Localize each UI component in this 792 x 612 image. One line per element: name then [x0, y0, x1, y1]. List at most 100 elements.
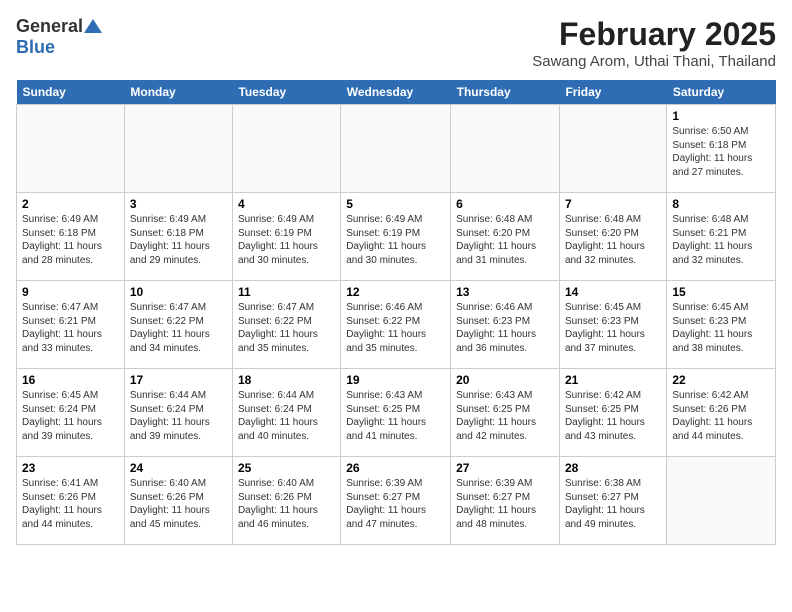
- day-info: Sunrise: 6:41 AM Sunset: 6:26 PM Dayligh…: [22, 477, 119, 531]
- table-row: 8 Sunrise: 6:48 AM Sunset: 6:21 PM Daylig…: [667, 193, 776, 281]
- day-number: 7: [565, 197, 661, 211]
- table-row: 11 Sunrise: 6:47 AM Sunset: 6:22 PM Dayli…: [232, 281, 340, 369]
- table-row: 19 Sunrise: 6:43 AM Sunset: 6:25 PM Dayli…: [341, 369, 451, 457]
- day-info: Sunrise: 6:43 AM Sunset: 6:25 PM Dayligh…: [456, 389, 554, 443]
- day-info: Sunrise: 6:49 AM Sunset: 6:18 PM Dayligh…: [130, 213, 227, 267]
- day-info: Sunrise: 6:44 AM Sunset: 6:24 PM Dayligh…: [238, 389, 335, 443]
- table-row: 25 Sunrise: 6:40 AM Sunset: 6:26 PM Dayli…: [232, 457, 340, 545]
- table-row: [667, 457, 776, 545]
- day-number: 21: [565, 373, 661, 387]
- table-row: 23Sunrise: 6:41 AM Sunset: 6:26 PM Dayli…: [17, 457, 125, 545]
- page-header: General Blue February 2025 Sawang Arom, …: [16, 16, 776, 70]
- table-row: [559, 105, 666, 193]
- title-block: February 2025 Sawang Arom, Uthai Thani, …: [532, 16, 776, 70]
- day-info: Sunrise: 6:46 AM Sunset: 6:23 PM Dayligh…: [456, 301, 554, 355]
- table-row: 7Sunrise: 6:48 AM Sunset: 6:20 PM Daylig…: [559, 193, 666, 281]
- table-row: 3Sunrise: 6:49 AM Sunset: 6:18 PM Daylig…: [124, 193, 232, 281]
- table-row: [124, 105, 232, 193]
- day-number: 11: [238, 285, 335, 299]
- day-number: 17: [130, 373, 227, 387]
- logo-icon: [84, 17, 102, 35]
- day-number: 24: [130, 461, 227, 475]
- table-row: 16 Sunrise: 6:45 AM Sunset: 6:24 PM Dayli…: [17, 369, 125, 457]
- header-saturday: Saturday: [667, 80, 776, 105]
- logo-general-text: General: [16, 16, 83, 37]
- day-info: Sunrise: 6:43 AM Sunset: 6:25 PM Dayligh…: [346, 389, 445, 443]
- day-info: Sunrise: 6:48 AM Sunset: 6:20 PM Dayligh…: [456, 213, 554, 267]
- table-row: [451, 105, 560, 193]
- day-number: 22: [672, 373, 770, 387]
- day-number: 20: [456, 373, 554, 387]
- day-info: Sunrise: 6:45 AM Sunset: 6:23 PM Dayligh…: [565, 301, 661, 355]
- header-monday: Monday: [124, 80, 232, 105]
- day-info: Sunrise: 6:50 AM Sunset: 6:18 PM Dayligh…: [672, 125, 770, 179]
- table-row: 1 Sunrise: 6:50 AM Sunset: 6:18 PM Daylig…: [667, 105, 776, 193]
- table-row: [341, 105, 451, 193]
- table-row: 15Sunrise: 6:45 AM Sunset: 6:23 PM Dayli…: [667, 281, 776, 369]
- day-info: Sunrise: 6:40 AM Sunset: 6:26 PM Dayligh…: [238, 477, 335, 531]
- day-number: 26: [346, 461, 445, 475]
- table-row: 28 Sunrise: 6:38 AM Sunset: 6:27 PM Dayli…: [559, 457, 666, 545]
- calendar-week-row: 9 Sunrise: 6:47 AM Sunset: 6:21 PM Daylig…: [17, 281, 776, 369]
- header-tuesday: Tuesday: [232, 80, 340, 105]
- table-row: [232, 105, 340, 193]
- day-info: Sunrise: 6:42 AM Sunset: 6:25 PM Dayligh…: [565, 389, 661, 443]
- day-info: Sunrise: 6:48 AM Sunset: 6:21 PM Dayligh…: [672, 213, 770, 267]
- table-row: 10 Sunrise: 6:47 AM Sunset: 6:22 PM Dayli…: [124, 281, 232, 369]
- logo-blue-text: Blue: [16, 37, 55, 58]
- logo: General Blue: [16, 16, 102, 58]
- day-number: 14: [565, 285, 661, 299]
- calendar-week-row: 16 Sunrise: 6:45 AM Sunset: 6:24 PM Dayli…: [17, 369, 776, 457]
- calendar-week-row: 23Sunrise: 6:41 AM Sunset: 6:26 PM Dayli…: [17, 457, 776, 545]
- weekday-header-row: Sunday Monday Tuesday Wednesday Thursday…: [17, 80, 776, 105]
- day-info: Sunrise: 6:47 AM Sunset: 6:21 PM Dayligh…: [22, 301, 119, 355]
- day-number: 27: [456, 461, 554, 475]
- table-row: 26 Sunrise: 6:39 AM Sunset: 6:27 PM Dayli…: [341, 457, 451, 545]
- table-row: [17, 105, 125, 193]
- table-row: 4 Sunrise: 6:49 AM Sunset: 6:19 PM Daylig…: [232, 193, 340, 281]
- day-info: Sunrise: 6:49 AM Sunset: 6:18 PM Dayligh…: [22, 213, 119, 267]
- day-info: Sunrise: 6:40 AM Sunset: 6:26 PM Dayligh…: [130, 477, 227, 531]
- header-thursday: Thursday: [451, 80, 560, 105]
- day-info: Sunrise: 6:38 AM Sunset: 6:27 PM Dayligh…: [565, 477, 661, 531]
- table-row: 21 Sunrise: 6:42 AM Sunset: 6:25 PM Dayli…: [559, 369, 666, 457]
- calendar-subtitle: Sawang Arom, Uthai Thani, Thailand: [532, 53, 776, 70]
- table-row: 2Sunrise: 6:49 AM Sunset: 6:18 PM Daylig…: [17, 193, 125, 281]
- table-row: 27 Sunrise: 6:39 AM Sunset: 6:27 PM Dayli…: [451, 457, 560, 545]
- table-row: 14 Sunrise: 6:45 AM Sunset: 6:23 PM Dayli…: [559, 281, 666, 369]
- table-row: 20 Sunrise: 6:43 AM Sunset: 6:25 PM Dayli…: [451, 369, 560, 457]
- day-info: Sunrise: 6:47 AM Sunset: 6:22 PM Dayligh…: [238, 301, 335, 355]
- day-number: 16: [22, 373, 119, 387]
- day-number: 1: [672, 109, 770, 123]
- day-number: 8: [672, 197, 770, 211]
- calendar-title: February 2025: [532, 16, 776, 53]
- calendar-week-row: 2Sunrise: 6:49 AM Sunset: 6:18 PM Daylig…: [17, 193, 776, 281]
- table-row: 6Sunrise: 6:48 AM Sunset: 6:20 PM Daylig…: [451, 193, 560, 281]
- day-info: Sunrise: 6:39 AM Sunset: 6:27 PM Dayligh…: [456, 477, 554, 531]
- day-number: 10: [130, 285, 227, 299]
- table-row: 17 Sunrise: 6:44 AM Sunset: 6:24 PM Dayli…: [124, 369, 232, 457]
- table-row: 22 Sunrise: 6:42 AM Sunset: 6:26 PM Dayli…: [667, 369, 776, 457]
- day-number: 19: [346, 373, 445, 387]
- day-info: Sunrise: 6:39 AM Sunset: 6:27 PM Dayligh…: [346, 477, 445, 531]
- day-number: 13: [456, 285, 554, 299]
- day-number: 25: [238, 461, 335, 475]
- day-info: Sunrise: 6:44 AM Sunset: 6:24 PM Dayligh…: [130, 389, 227, 443]
- table-row: 9 Sunrise: 6:47 AM Sunset: 6:21 PM Daylig…: [17, 281, 125, 369]
- table-row: 5Sunrise: 6:49 AM Sunset: 6:19 PM Daylig…: [341, 193, 451, 281]
- day-info: Sunrise: 6:49 AM Sunset: 6:19 PM Dayligh…: [346, 213, 445, 267]
- day-number: 9: [22, 285, 119, 299]
- day-info: Sunrise: 6:49 AM Sunset: 6:19 PM Dayligh…: [238, 213, 335, 267]
- day-info: Sunrise: 6:45 AM Sunset: 6:24 PM Dayligh…: [22, 389, 119, 443]
- header-sunday: Sunday: [17, 80, 125, 105]
- calendar-table: Sunday Monday Tuesday Wednesday Thursday…: [16, 80, 776, 545]
- day-number: 28: [565, 461, 661, 475]
- day-info: Sunrise: 6:42 AM Sunset: 6:26 PM Dayligh…: [672, 389, 770, 443]
- day-number: 15: [672, 285, 770, 299]
- day-info: Sunrise: 6:47 AM Sunset: 6:22 PM Dayligh…: [130, 301, 227, 355]
- table-row: 12Sunrise: 6:46 AM Sunset: 6:22 PM Dayli…: [341, 281, 451, 369]
- table-row: 13 Sunrise: 6:46 AM Sunset: 6:23 PM Dayli…: [451, 281, 560, 369]
- calendar-week-row: 1 Sunrise: 6:50 AM Sunset: 6:18 PM Daylig…: [17, 105, 776, 193]
- day-number: 4: [238, 197, 335, 211]
- day-number: 18: [238, 373, 335, 387]
